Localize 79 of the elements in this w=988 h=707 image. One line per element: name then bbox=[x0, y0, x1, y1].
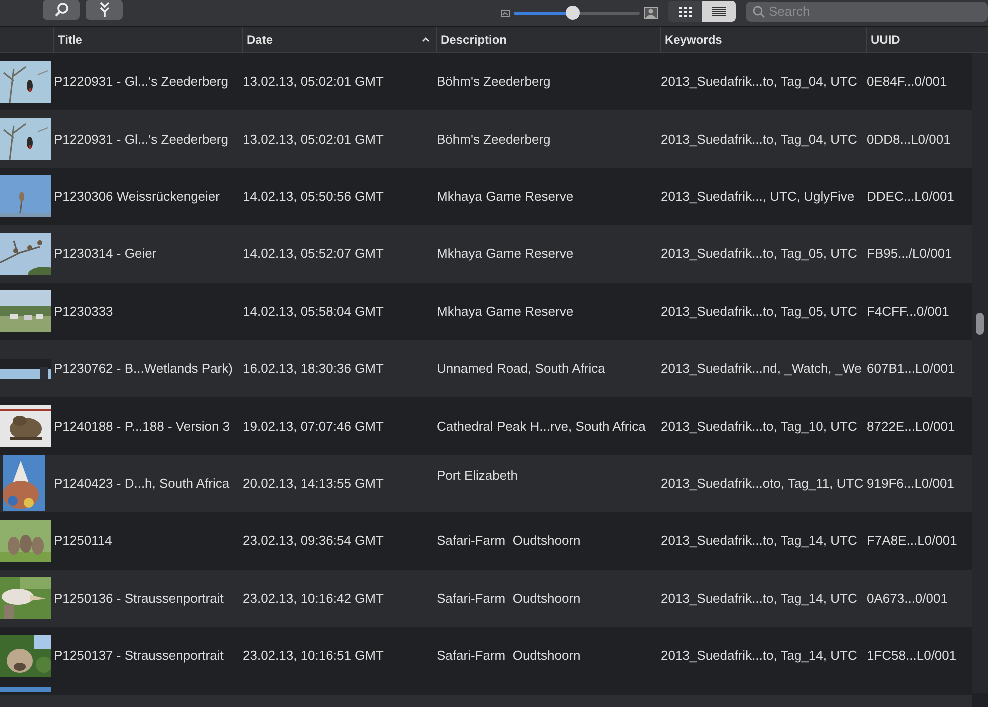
photo-title: P1240188 - P...188 - Version 3 bbox=[54, 418, 230, 434]
photo-keywords: 2013_Suedafrik...to, Tag_04, UTC bbox=[661, 74, 858, 90]
photo-keywords: 2013_Suedafrik...to, Tag_14, UTC bbox=[661, 533, 858, 548]
column-header[interactable]: Date bbox=[247, 32, 274, 46]
photo-description: Böhm's Zeederberg bbox=[437, 74, 551, 90]
photo-description: Cathedral Peak H...rve, South Africa bbox=[437, 418, 646, 434]
photo-description: Safari-Farm Oudtshoorn bbox=[437, 648, 581, 664]
photo-keywords: 2013_Suedafrik...oto, Tag_11, UTC bbox=[661, 476, 864, 491]
photo-keywords: 2013_Suedafrik...to, Tag_05, UTC bbox=[661, 246, 858, 262]
photo-uuid: 0E84F...0/001 bbox=[867, 74, 948, 90]
photo-uuid: 0DD8...L0/001 bbox=[867, 132, 951, 147]
photo-uuid: FB95.../L0/001 bbox=[867, 246, 952, 262]
photo-date: 14.02.13, 05:50:56 GMT bbox=[243, 188, 384, 204]
photo-description: Mkhaya Game Reserve bbox=[437, 188, 574, 204]
search-icon bbox=[54, 2, 70, 18]
photo-title: P1230333 bbox=[54, 304, 114, 319]
photo-uuid: 8722E...L0/001 bbox=[867, 418, 956, 434]
photo-title: P1250136 - Straussenportrait bbox=[54, 590, 224, 606]
photo-date: 19.02.13, 07:07:46 GMT bbox=[243, 418, 384, 434]
photo-title: P1220931 - Gl...'s Zeederberg bbox=[54, 74, 228, 90]
photo-description: Unnamed Road, South Africa bbox=[437, 361, 606, 376]
photo-keywords: 2013_Suedafrik...to, Tag_05, UTC bbox=[661, 304, 858, 319]
slider-thumb[interactable] bbox=[566, 6, 580, 20]
grid-view-icon bbox=[678, 6, 692, 16]
search-button[interactable] bbox=[43, 0, 80, 20]
photo-uuid: 919F6...L0/001 bbox=[867, 476, 954, 491]
search-icon bbox=[753, 6, 765, 18]
photo-date: 13.02.13, 05:02:01 GMT bbox=[243, 74, 384, 90]
photo-description: Mkhaya Game Reserve bbox=[437, 246, 574, 262]
column-header[interactable]: UUID bbox=[871, 32, 900, 46]
photo-uuid: DDEC...L0/001 bbox=[867, 188, 954, 204]
photo-description: Safari-Farm Oudtshoorn bbox=[437, 533, 581, 548]
photo-title: P1250114 bbox=[54, 533, 112, 548]
column-header[interactable]: Keywords bbox=[665, 32, 722, 46]
photo-uuid: 1FC58...L0/001 bbox=[867, 648, 957, 664]
photo-date: 20.02.13, 14:13:55 GMT bbox=[243, 476, 384, 491]
photo-title: P1230306 Weissrückengeier bbox=[54, 188, 220, 204]
photo-title: P1250137 - Straussenportrait bbox=[54, 648, 224, 664]
column-header-cell[interactable]: Title bbox=[53, 27, 242, 52]
column-header[interactable]: Title bbox=[58, 32, 82, 46]
list-view-icon bbox=[712, 6, 726, 16]
scrollbar-thumb[interactable] bbox=[976, 313, 984, 335]
sort-caret-icon[interactable] bbox=[422, 37, 430, 42]
photo-keywords: 2013_Suedafrik..., UTC, UglyFive bbox=[661, 188, 855, 204]
photo-keywords: 2013_Suedafrik...to, Tag_10, UTC bbox=[661, 418, 858, 434]
photo-title: P1220931 - Gl...'s Zeederberg bbox=[54, 132, 228, 147]
small-photo-icon bbox=[501, 8, 510, 18]
large-photo-icon bbox=[644, 7, 658, 19]
photo-description: Böhm's Zeederberg bbox=[437, 132, 551, 147]
download-arrow-icon bbox=[98, 2, 112, 18]
photo-uuid: 607B1...L0/001 bbox=[867, 361, 956, 376]
photo-title: P1240423 - D...h, South Africa bbox=[54, 476, 230, 491]
photo-date: 14.02.13, 05:58:04 GMT bbox=[243, 304, 384, 319]
photo-description: Safari-Farm Oudtshoorn bbox=[437, 590, 581, 606]
photo-keywords: 2013_Suedafrik...to, Tag_14, UTC bbox=[661, 648, 858, 664]
photo-keywords: 2013_Suedafrik...to, Tag_04, UTC bbox=[661, 132, 858, 147]
grid-view-button[interactable] bbox=[668, 1, 702, 22]
photo-description: Mkhaya Game Reserve bbox=[437, 304, 574, 319]
photo-date: 13.02.13, 05:02:01 GMT bbox=[243, 132, 384, 147]
photo-date: 16.02.13, 18:30:36 GMT bbox=[243, 361, 384, 376]
photo-uuid: F4CFF...0/001 bbox=[867, 304, 950, 319]
column-header[interactable]: Description bbox=[441, 32, 508, 46]
list-view-button[interactable] bbox=[702, 1, 736, 22]
photo-date: 23.02.13, 10:16:51 GMT bbox=[243, 648, 384, 664]
photo-uuid: F7A8E...L0/001 bbox=[867, 533, 958, 548]
column-header-cell[interactable]: Description bbox=[436, 27, 660, 52]
photo-uuid: 0A673...0/001 bbox=[867, 590, 948, 606]
photo-title: P1230762 - B...Wetlands Park) bbox=[54, 361, 233, 376]
column-header-cell[interactable]: Keywords bbox=[660, 27, 866, 52]
photo-date: 23.02.13, 10:16:42 GMT bbox=[243, 590, 384, 606]
column-header-cell[interactable]: UUID bbox=[866, 27, 972, 52]
photo-keywords: 2013_Suedafrik...nd, _Watch, _We bbox=[661, 361, 862, 376]
photo-title: P1230314 - Geier bbox=[54, 246, 157, 262]
import-button[interactable] bbox=[86, 0, 123, 20]
photo-date: 14.02.13, 05:52:07 GMT bbox=[243, 246, 384, 262]
column-header-cell[interactable]: Date bbox=[242, 27, 436, 52]
photo-keywords: 2013_Suedafrik...to, Tag_14, UTC bbox=[661, 590, 858, 606]
photo-description: Port Elizabeth bbox=[437, 468, 518, 483]
photo-date: 23.02.13, 09:36:54 GMT bbox=[243, 533, 384, 548]
